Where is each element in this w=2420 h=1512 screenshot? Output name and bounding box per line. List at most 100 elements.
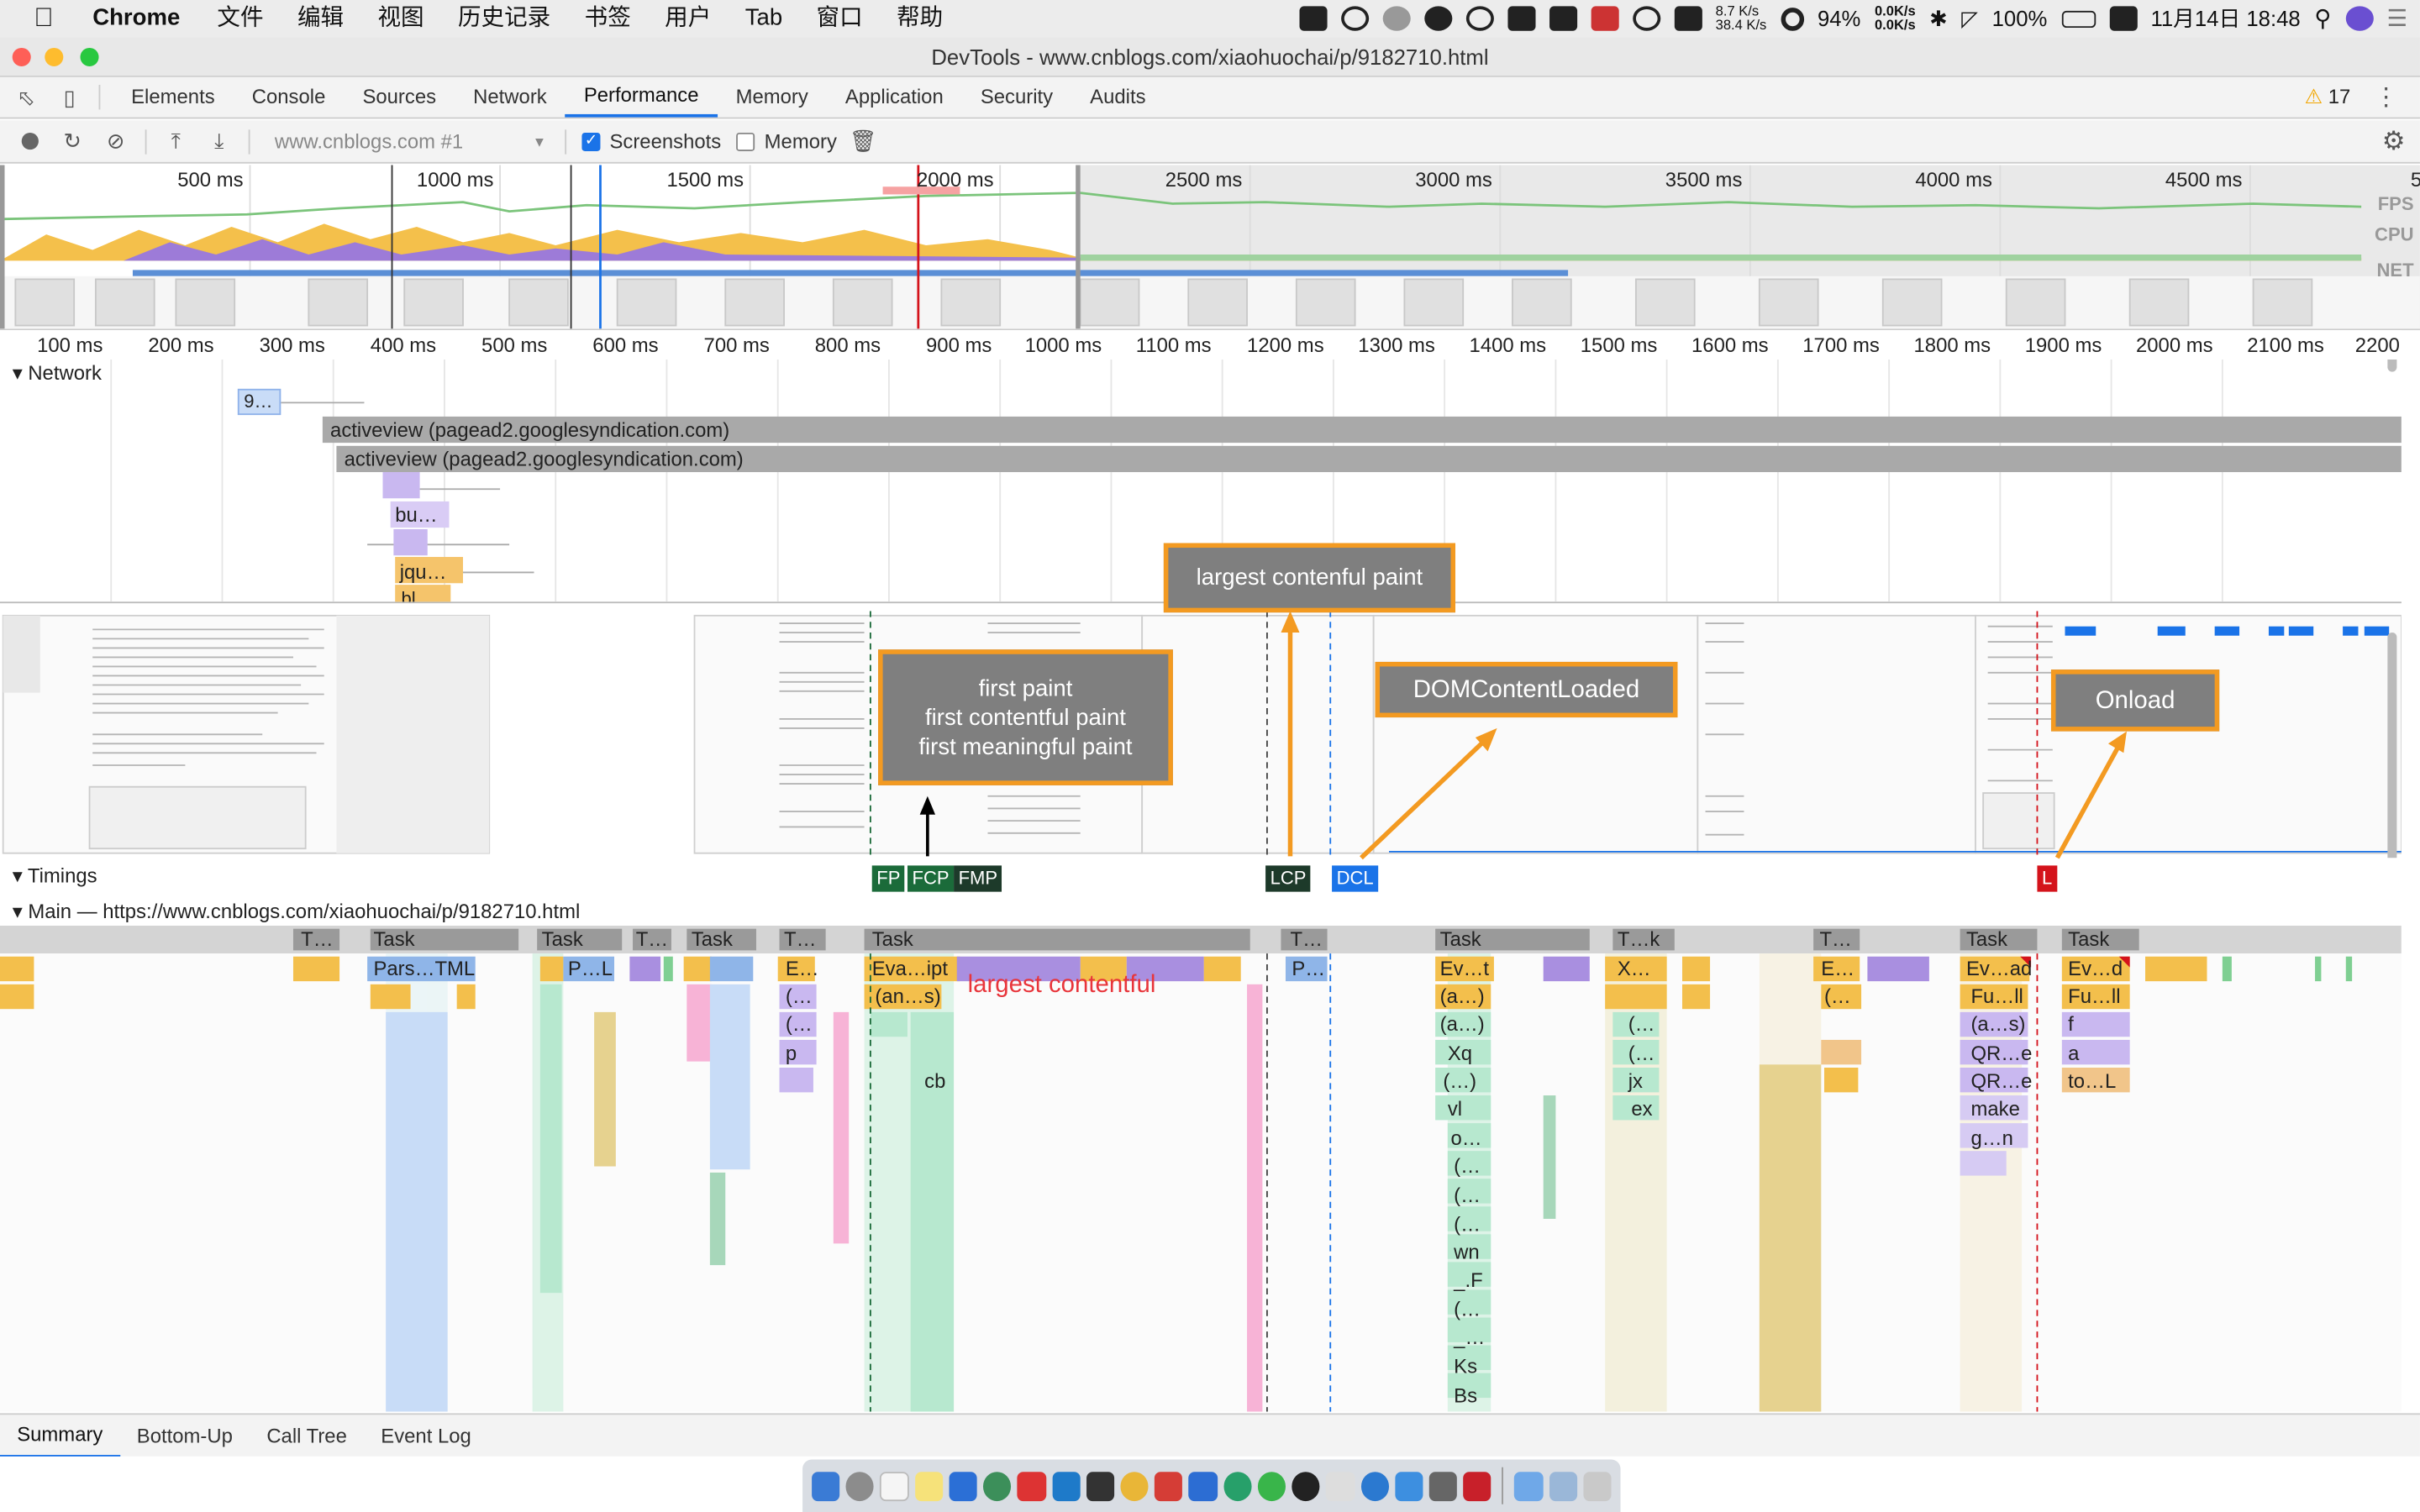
flame-event[interactable]: (…	[786, 1012, 813, 1036]
network-track-header[interactable]: ▾ Network	[13, 361, 102, 386]
minimize-window-button[interactable]	[45, 47, 64, 66]
warnings-counter[interactable]: ⚠ 17	[2305, 85, 2351, 109]
flame-event[interactable]: make	[1970, 1097, 2019, 1121]
task-bar[interactable]: Task	[373, 927, 414, 951]
spotlight-icon[interactable]: ⚲	[2314, 5, 2331, 32]
siri-icon[interactable]	[2344, 6, 2374, 31]
timeline-overview[interactable]: 500 ms 1000 ms 1500 ms 2000 ms 2500 ms 3…	[0, 165, 2420, 331]
cloud-icon[interactable]	[1632, 6, 1660, 31]
flame-event[interactable]: a	[2068, 1042, 2079, 1065]
wechat-icon[interactable]	[1423, 6, 1452, 31]
flame-event[interactable]: vl	[1448, 1097, 1462, 1121]
tab-performance[interactable]: Performance	[565, 77, 718, 118]
timings-track-header[interactable]: ▾ Timings	[13, 864, 97, 889]
timings-track[interactable]: ▾ Timings FP FCP FMP LCP DCL L	[0, 860, 2402, 895]
flamechart-scrollbar[interactable]	[2387, 633, 2397, 858]
bell-icon[interactable]	[1381, 6, 1410, 31]
flame-event[interactable]: (…	[1454, 1213, 1481, 1236]
tab-memory[interactable]: Memory	[718, 77, 827, 118]
trash-icon[interactable]: 🗑	[850, 128, 877, 155]
recording-select[interactable]: www.cnblogs.com #1 ▼	[275, 126, 553, 157]
status-app3-icon[interactable]	[1549, 6, 1577, 31]
launchpad-icon[interactable]	[845, 1471, 875, 1501]
menu-view[interactable]: 视图	[377, 0, 424, 37]
calendar-icon[interactable]	[880, 1471, 909, 1501]
notes-icon[interactable]	[914, 1471, 944, 1501]
flame-event[interactable]: P…	[1292, 957, 1325, 980]
tab-audits[interactable]: Audits	[1071, 77, 1164, 118]
flame-event[interactable]: o…	[1450, 1126, 1481, 1150]
menu-app-name[interactable]: Chrome	[92, 0, 180, 37]
reload-record-icon[interactable]: ↻	[59, 128, 87, 155]
app-icon[interactable]	[1395, 1471, 1423, 1501]
network-request[interactable]: 9…	[237, 388, 281, 416]
flame-event[interactable]: P…L	[568, 957, 613, 980]
vscode-icon[interactable]	[1051, 1471, 1081, 1501]
dcl-marker[interactable]: DCL	[1332, 865, 1379, 892]
more-menu-icon[interactable]: ⋮	[2374, 81, 2398, 113]
clear-icon[interactable]: ⊘	[102, 128, 129, 155]
flame-event[interactable]: _.F	[1454, 1268, 1483, 1292]
flame-event[interactable]: cb	[924, 1069, 945, 1093]
bluetooth-icon[interactable]: ✱	[1929, 5, 1948, 31]
app-icon[interactable]	[1155, 1471, 1183, 1501]
notification-center-icon[interactable]: ☰	[2387, 5, 2408, 32]
downloads-icon[interactable]	[1549, 1471, 1577, 1501]
flame-event[interactable]: f	[2068, 1012, 2074, 1036]
flame-event[interactable]: (a…s)	[1970, 1012, 2025, 1036]
task-bar[interactable]: T…	[784, 927, 816, 951]
load-marker[interactable]: L	[2037, 865, 2057, 892]
status-app4-icon[interactable]	[1590, 6, 1618, 31]
task-bar[interactable]: Task	[1966, 927, 2007, 951]
flame-event[interactable]: Pars…TML	[373, 957, 475, 980]
app-icon[interactable]	[949, 1471, 977, 1501]
task-bar[interactable]: T…k	[1618, 927, 1660, 951]
menu-file[interactable]: 文件	[217, 0, 263, 37]
flame-event[interactable]: to…L	[2068, 1069, 2116, 1093]
qq-icon[interactable]	[1292, 1471, 1321, 1501]
app-icon[interactable]	[1360, 1471, 1389, 1501]
screenshots-checkbox[interactable]: ✓	[581, 132, 601, 151]
flame-event[interactable]: E…	[786, 957, 819, 980]
wifi-icon[interactable]: ◸	[1961, 5, 1978, 31]
flame-event[interactable]: Xq	[1448, 1042, 1472, 1065]
tab-event-log[interactable]: Event Log	[364, 1415, 488, 1456]
status-chat-icon[interactable]	[1340, 6, 1369, 31]
main-thread-header[interactable]: ▾ Main — https://www.cnblogs.com/xiaohuo…	[0, 896, 2402, 927]
fcp-marker[interactable]: FCP	[907, 865, 955, 892]
tab-bottom-up[interactable]: Bottom-Up	[120, 1415, 250, 1456]
network-request[interactable]: jqu…	[400, 560, 447, 584]
main-thread-label[interactable]: ▾ Main — https://www.cnblogs.com/xiaohuo…	[13, 900, 581, 924]
network-request[interactable]: bu…	[395, 503, 437, 527]
task-bar[interactable]: T…	[301, 927, 333, 951]
tab-security[interactable]: Security	[962, 77, 1071, 118]
task-bar[interactable]: Task	[2068, 927, 2109, 951]
flame-event[interactable]: (…	[1454, 1298, 1481, 1321]
menu-help[interactable]: 帮助	[897, 0, 943, 37]
menu-history[interactable]: 历史记录	[458, 0, 550, 37]
flame-event[interactable]: Ev…d	[2068, 957, 2123, 980]
network-request[interactable]: activeview (pagead2.googlesyndication.co…	[336, 445, 2402, 473]
tab-application[interactable]: Application	[827, 77, 962, 118]
status-app2-icon[interactable]	[1507, 6, 1535, 31]
flame-event[interactable]: g…n	[1970, 1126, 2012, 1150]
upload-profile-icon[interactable]: ⤒	[162, 128, 190, 155]
zoom-window-button[interactable]	[80, 47, 99, 66]
flame-event[interactable]: jx	[1628, 1069, 1643, 1093]
wechat-dock-icon[interactable]	[1257, 1471, 1286, 1501]
lcp-marker[interactable]: LCP	[1265, 865, 1311, 892]
record-icon[interactable]	[15, 128, 43, 155]
flame-event[interactable]: X…	[1618, 957, 1651, 980]
main-flame-chart[interactable]: T… Task Task T… Task T… Task T… Task T…k…	[0, 926, 2402, 1412]
app-icon[interactable]	[1223, 1471, 1252, 1501]
app-icon[interactable]	[983, 1471, 1012, 1501]
app-icon[interactable]	[1428, 1471, 1458, 1501]
menu-window[interactable]: 窗口	[817, 0, 863, 37]
flame-event[interactable]: (…	[1628, 1012, 1655, 1036]
flame-event[interactable]: (…)	[1443, 1069, 1476, 1093]
app-icon[interactable]	[1326, 1471, 1355, 1501]
flame-event[interactable]: Fu…ll	[2068, 984, 2120, 1008]
status-app5-icon[interactable]	[1674, 6, 1702, 31]
flame-event[interactable]: (…	[786, 984, 813, 1008]
tab-elements[interactable]: Elements	[113, 77, 234, 118]
